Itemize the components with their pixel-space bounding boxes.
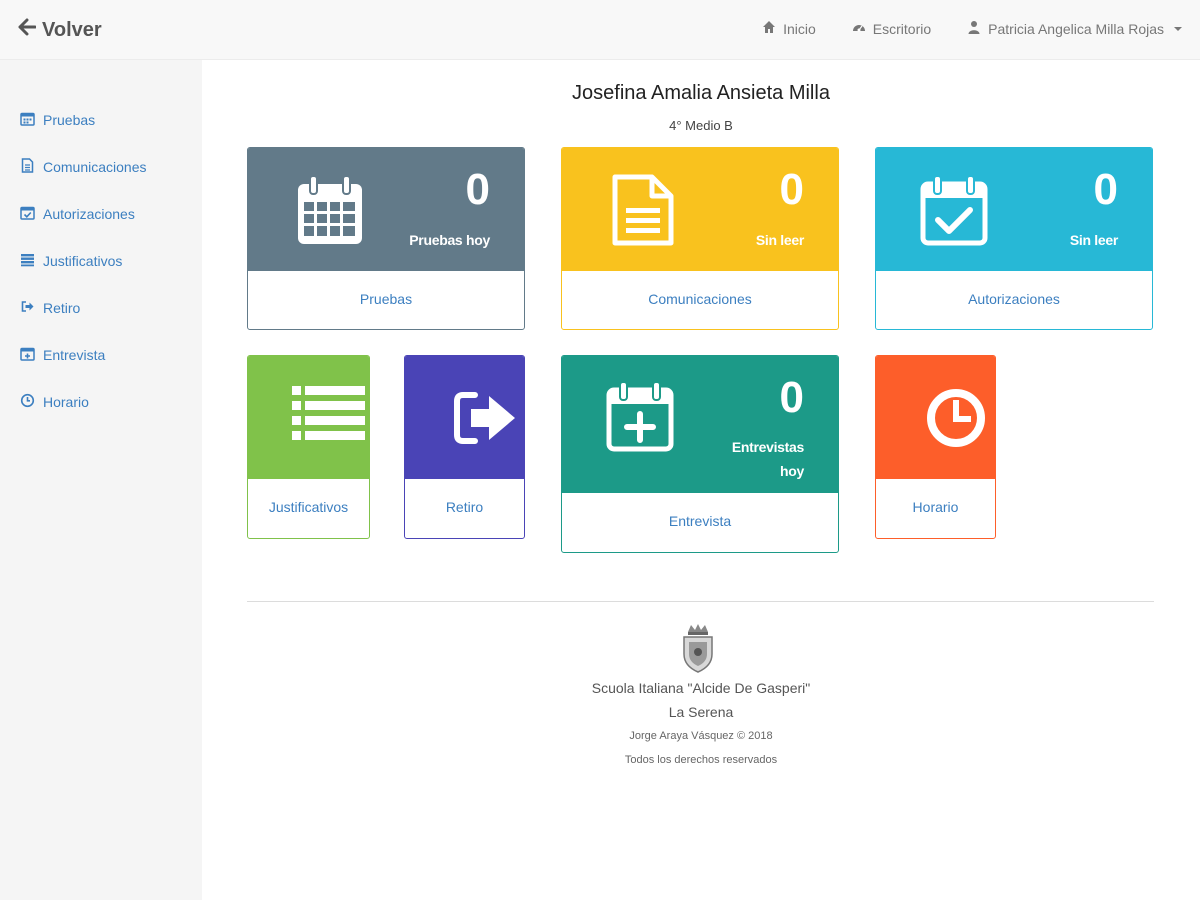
sidebar-item-autorizaciones[interactable]: Autorizaciones — [0, 190, 202, 237]
sidebar-item-label: Comunicaciones — [43, 158, 147, 175]
back-button[interactable]: Volver — [18, 18, 102, 42]
user-icon — [967, 20, 981, 37]
card-entrevista-count: 0 — [779, 373, 804, 422]
card-autorizaciones-header: 0 Sin leer — [876, 148, 1152, 271]
sidebar-item-comunicaciones[interactable]: Comunicaciones — [0, 143, 202, 190]
card-comunicaciones[interactable]: 0 Sin leer Comunicaciones — [561, 147, 839, 330]
card-pruebas-count: 0 — [465, 165, 490, 214]
top-nav: Inicio Escritorio Patricia Angelica Mill… — [762, 20, 1182, 37]
user-name: Patricia Angelica Milla Rojas — [988, 20, 1164, 37]
nav-escritorio-label: Escritorio — [872, 20, 932, 37]
top-navbar: Volver Inicio Escritorio Patricia Angeli… — [0, 0, 1200, 60]
main-content: Josefina Amalia Ansieta Milla 4° Medio B… — [202, 60, 1200, 900]
card-autorizaciones-label: Autorizaciones — [968, 291, 1060, 307]
card-justificativos[interactable]: Justificativos — [247, 355, 370, 539]
card-pruebas[interactable]: 0 Pruebas hoy Pruebas — [247, 147, 525, 330]
sidebar-item-label: Justificativos — [43, 252, 123, 269]
clock-icon — [924, 386, 988, 450]
card-entrevista-label: Entrevista — [668, 513, 732, 529]
footer-author: Jorge Araya Vásquez © 2018 — [629, 730, 773, 742]
list-icon — [20, 252, 35, 270]
sidebar-item-label: Entrevista — [43, 346, 106, 363]
sidebar-item-horario[interactable]: Horario — [0, 378, 202, 425]
calendar-icon — [296, 174, 364, 246]
card-retiro-header — [405, 356, 524, 479]
user-menu[interactable]: Patricia Angelica Milla Rojas — [967, 20, 1182, 37]
sidebar-item-label: Retiro — [43, 299, 81, 316]
sidebar-item-label: Autorizaciones — [43, 205, 135, 222]
school-crest-icon — [678, 622, 718, 674]
home-icon — [762, 20, 776, 37]
footer-city: La Serena — [668, 704, 734, 720]
document-icon — [20, 157, 35, 176]
card-retiro[interactable]: Retiro — [404, 355, 525, 539]
calendar-plus-icon — [606, 380, 674, 452]
sidebar-item-label: Horario — [43, 393, 89, 410]
student-course: 4° Medio B — [669, 118, 733, 133]
sign-out-icon — [453, 390, 519, 446]
card-comunicaciones-sub: Sin leer — [755, 232, 804, 248]
footer-rights: Todos los derechos reservados — [624, 754, 778, 766]
calendar-icon — [20, 111, 35, 129]
sidebar-item-justificativos[interactable]: Justificativos — [0, 237, 202, 284]
card-pruebas-label: Pruebas — [359, 291, 413, 307]
card-horario[interactable]: Horario — [875, 355, 996, 539]
sidebar-item-label: Pruebas — [43, 111, 96, 128]
sidebar-item-entrevista[interactable]: Entrevista — [0, 331, 202, 378]
nav-escritorio[interactable]: Escritorio — [852, 20, 931, 37]
calendar-check-icon — [20, 205, 35, 223]
card-entrevista-sub-line1: Entrevistas — [731, 439, 804, 455]
card-horario-header — [876, 356, 995, 479]
dashboard-icon — [852, 20, 866, 37]
sidebar-item-retiro[interactable]: Retiro — [0, 284, 202, 331]
arrow-left-icon — [18, 18, 37, 42]
sidebar-item-pruebas[interactable]: Pruebas — [0, 96, 202, 143]
student-name: Josefina Amalia Ansieta Milla — [572, 82, 830, 104]
card-comunicaciones-count: 0 — [779, 165, 804, 214]
card-entrevista[interactable]: 0 Entrevistas hoy Entrevista — [561, 355, 839, 553]
list-icon — [292, 384, 366, 444]
nav-inicio[interactable]: Inicio — [762, 20, 816, 37]
card-autorizaciones-sub: Sin leer — [1069, 232, 1118, 248]
card-retiro-label: Retiro — [445, 499, 484, 515]
calendar-check-icon — [920, 174, 988, 246]
card-entrevista-sub-line2: hoy — [780, 463, 804, 479]
card-pruebas-sub: Pruebas hoy — [409, 232, 490, 248]
card-comunicaciones-label: Comunicaciones — [648, 291, 752, 307]
footer-divider — [247, 601, 1154, 602]
card-pruebas-header: 0 Pruebas hoy — [248, 148, 524, 271]
footer-school: Scuola Italiana "Alcide De Gasperi" — [591, 680, 811, 696]
back-label: Volver — [42, 18, 102, 41]
card-justificativos-header — [248, 356, 369, 479]
card-autorizaciones-count: 0 — [1093, 165, 1118, 214]
nav-inicio-label: Inicio — [783, 20, 816, 37]
calendar-plus-icon — [20, 346, 35, 364]
card-horario-label: Horario — [912, 499, 959, 515]
clock-icon — [20, 393, 35, 411]
card-comunicaciones-header: 0 Sin leer — [562, 148, 838, 271]
document-icon — [612, 174, 674, 246]
sign-out-icon — [20, 299, 35, 317]
card-entrevista-header: 0 Entrevistas hoy — [562, 356, 838, 493]
card-justificativos-label: Justificativos — [268, 499, 349, 515]
caret-down-icon — [1174, 26, 1182, 31]
sidebar: Pruebas Comunicaciones Autorizaciones Ju… — [0, 60, 202, 900]
card-autorizaciones[interactable]: 0 Sin leer Autorizaciones — [875, 147, 1153, 330]
